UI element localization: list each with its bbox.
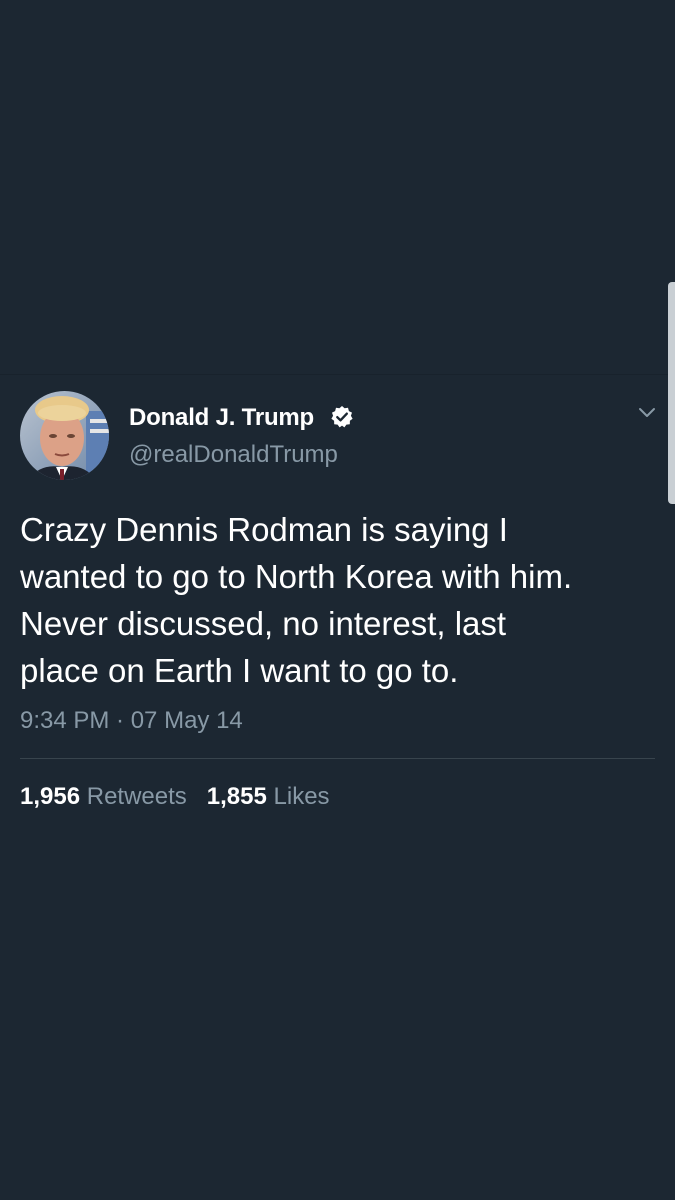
tweet-stats: 1,956 Retweets 1,855 Likes bbox=[20, 783, 330, 811]
verified-badge-icon bbox=[330, 405, 354, 429]
avatar[interactable] bbox=[20, 391, 109, 480]
scrollbar[interactable] bbox=[668, 282, 675, 504]
retweets-label: Retweets bbox=[86, 783, 187, 810]
author-handle[interactable]: @realDonaldTrump bbox=[129, 441, 338, 469]
likes-label: Likes bbox=[273, 783, 330, 810]
top-divider bbox=[0, 374, 675, 375]
tweet-text: Crazy Dennis Rodman is saying I wanted t… bbox=[20, 511, 573, 689]
author-name[interactable]: Donald J. Trump bbox=[129, 404, 314, 432]
retweets-stat[interactable]: 1,956 Retweets bbox=[20, 783, 187, 810]
chevron-down-icon[interactable] bbox=[637, 406, 657, 420]
tweet-timestamp: 9:34 PM · 07 May 14 bbox=[20, 707, 243, 734]
likes-stat[interactable]: 1,855 Likes bbox=[207, 783, 330, 810]
retweets-count: 1,956 bbox=[20, 783, 81, 810]
stats-divider bbox=[20, 758, 655, 759]
likes-count: 1,855 bbox=[206, 783, 267, 810]
